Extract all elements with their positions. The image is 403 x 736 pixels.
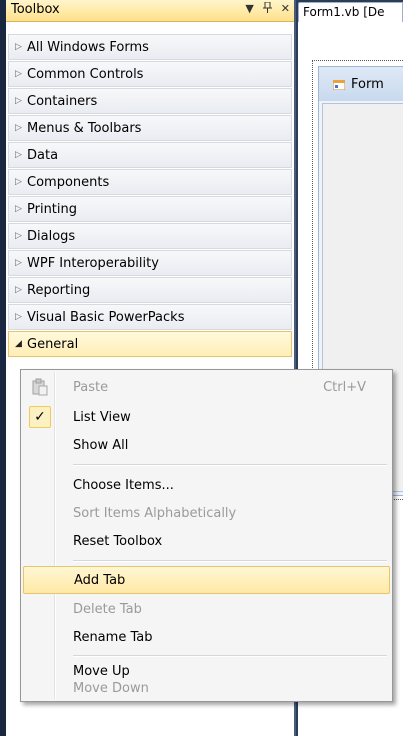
menu-item-choose-items[interactable]: Choose Items... — [23, 471, 390, 499]
tab-label: All Windows Forms — [27, 39, 149, 55]
expand-arrow-icon: ▷ — [15, 258, 22, 268]
expand-arrow-icon: ▷ — [15, 285, 22, 295]
menu-separator — [73, 464, 387, 466]
menu-item-move-down[interactable]: Move Down — [23, 675, 390, 701]
tab-label: Data — [27, 147, 59, 163]
menu-item-add-tab[interactable]: Add Tab — [23, 566, 390, 594]
expand-arrow-icon: ▷ — [15, 123, 22, 133]
menu-item-list-view[interactable]: ✓ List View — [23, 403, 390, 431]
pin-icon[interactable] — [262, 1, 272, 16]
toolbox-title: Toolbox — [11, 2, 60, 17]
expand-arrow-icon: ▷ — [15, 204, 22, 214]
menu-item-label: Move Down — [73, 680, 149, 696]
menu-item-shortcut: Ctrl+V — [323, 379, 366, 395]
expand-arrow-icon: ▷ — [15, 312, 22, 322]
menu-item-label: Show All — [73, 437, 129, 453]
toolbox-title-bar: Toolbox ▼ ✕ — [6, 0, 294, 22]
tab-label: Menus & Toolbars — [27, 120, 142, 136]
document-tab-form1[interactable]: Form1.vb [De — [298, 2, 403, 22]
toolbox-tab-printing[interactable]: ▷ Printing — [8, 196, 292, 222]
chevron-down-icon[interactable]: ▼ — [245, 2, 253, 16]
close-icon[interactable]: ✕ — [281, 2, 290, 16]
tab-label: Components — [27, 174, 110, 190]
toolbox-tab-wpf-interoperability[interactable]: ▷ WPF Interoperability — [8, 250, 292, 276]
expand-arrow-icon: ▷ — [15, 177, 22, 187]
toolbox-tab-reporting[interactable]: ▷ Reporting — [8, 277, 292, 303]
menu-item-label: List View — [73, 409, 131, 425]
menu-item-label: Rename Tab — [73, 629, 153, 645]
menu-item-label: Add Tab — [74, 572, 126, 588]
menu-item-reset-toolbox[interactable]: Reset Toolbox — [23, 527, 390, 555]
tab-label: Printing — [27, 201, 78, 217]
expand-arrow-icon: ▷ — [15, 42, 22, 52]
tab-label: Containers — [27, 93, 98, 109]
toolbox-tab-data[interactable]: ▷ Data — [8, 142, 292, 168]
form-icon — [333, 80, 345, 90]
menu-item-rename-tab[interactable]: Rename Tab — [23, 623, 390, 651]
form-title-bar: Form — [319, 67, 403, 101]
toolbox-tab-list: ▷ All Windows Forms ▷ Common Controls ▷ Con… — [6, 34, 294, 358]
toolbox-tab-menus-toolbars[interactable]: ▷ Menus & Toolbars — [8, 115, 292, 141]
menu-item-label: Choose Items... — [73, 477, 174, 493]
expand-arrow-icon: ▷ — [15, 231, 22, 241]
menu-item-label: Delete Tab — [73, 601, 142, 617]
menu-item-paste[interactable]: Paste Ctrl+V — [23, 373, 390, 401]
paste-icon — [32, 378, 48, 396]
form-title: Form — [351, 77, 384, 92]
toolbox-tab-components[interactable]: ▷ Components — [8, 169, 292, 195]
tab-label: Common Controls — [27, 66, 144, 82]
expand-arrow-icon: ▷ — [15, 69, 22, 79]
toolbox-tab-dialogs[interactable]: ▷ Dialogs — [8, 223, 292, 249]
toolbox-context-menu: Paste Ctrl+V ✓ List View Show All Choose… — [20, 369, 393, 702]
checkmark-icon: ✓ — [29, 406, 51, 428]
menu-item-label: Paste — [73, 379, 109, 395]
menu-item-delete-tab[interactable]: Delete Tab — [23, 595, 390, 623]
menu-item-show-all[interactable]: Show All — [23, 431, 390, 459]
toolbox-tab-vb-powerpacks[interactable]: ▷ Visual Basic PowerPacks — [8, 304, 292, 330]
menu-item-label: Reset Toolbox — [73, 533, 163, 549]
expand-arrow-icon: ▷ — [15, 96, 22, 106]
expand-arrow-icon: ▷ — [15, 150, 22, 160]
tab-label: Visual Basic PowerPacks — [27, 309, 185, 325]
tab-label: Dialogs — [27, 228, 76, 244]
toolbox-tab-common-controls[interactable]: ▷ Common Controls — [8, 61, 292, 87]
menu-item-label: Sort Items Alphabetically — [73, 505, 237, 521]
toolbox-tab-general[interactable]: ◢ General — [8, 331, 292, 357]
toolbox-tab-all-windows-forms[interactable]: ▷ All Windows Forms — [8, 34, 292, 60]
tab-label: WPF Interoperability — [27, 255, 159, 271]
menu-item-sort-alphabetically[interactable]: Sort Items Alphabetically — [23, 499, 390, 527]
collapse-arrow-icon: ◢ — [15, 339, 22, 349]
menu-separator — [73, 560, 387, 562]
tab-label: Reporting — [27, 282, 91, 298]
tab-label: General — [27, 336, 79, 352]
toolbox-tab-containers[interactable]: ▷ Containers — [8, 88, 292, 114]
